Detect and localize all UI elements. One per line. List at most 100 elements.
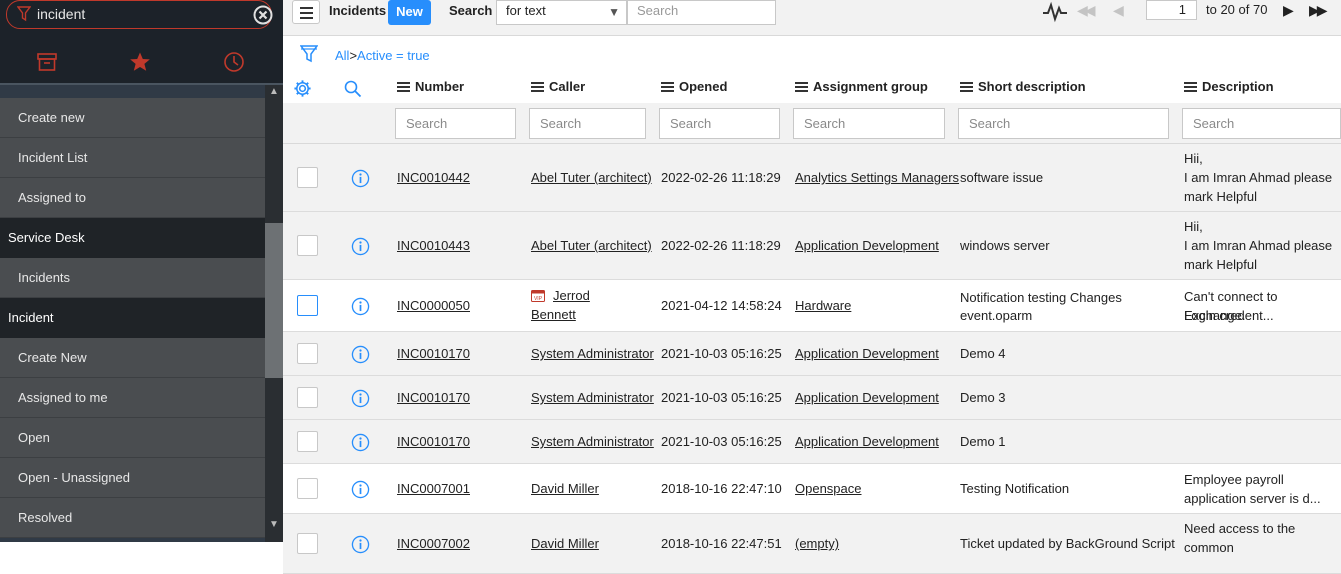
scrollbar-thumb[interactable] bbox=[265, 223, 283, 378]
archive-icon[interactable] bbox=[35, 50, 59, 74]
list-menu-button[interactable] bbox=[292, 0, 320, 24]
clock-icon[interactable] bbox=[222, 50, 246, 74]
caller-link[interactable]: Bennett bbox=[531, 305, 576, 324]
row-checkbox[interactable] bbox=[297, 343, 318, 364]
nav-section-service-desk[interactable]: Service Desk bbox=[0, 218, 265, 258]
assignment-group-search-input[interactable]: Search bbox=[793, 108, 945, 139]
scroll-down-icon[interactable]: ▼ bbox=[269, 519, 279, 530]
short-description-search-input[interactable]: Search bbox=[958, 108, 1169, 139]
incident-number-link[interactable]: INC0007001 bbox=[397, 479, 470, 498]
nav-scrollbar[interactable]: ▲ ▼ bbox=[265, 85, 283, 542]
caller-link[interactable]: David Miller bbox=[531, 479, 599, 498]
caller-link[interactable]: David Miller bbox=[531, 534, 599, 553]
list-title[interactable]: Incidents bbox=[329, 3, 386, 18]
info-icon[interactable] bbox=[351, 535, 370, 554]
incident-number-link[interactable]: INC0010442 bbox=[397, 168, 470, 187]
nav-item-incidents[interactable]: Incidents bbox=[0, 258, 265, 298]
info-icon[interactable] bbox=[351, 297, 370, 316]
caller-link[interactable]: System Administrator bbox=[531, 388, 654, 407]
description-search-input[interactable]: Search bbox=[1182, 108, 1341, 139]
nav-item-open[interactable]: Open bbox=[0, 418, 265, 458]
incident-number-link[interactable]: INC0007002 bbox=[397, 534, 470, 553]
table-row[interactable]: INC0010170 System Administrator 2021-10-03… bbox=[283, 420, 1341, 464]
search-input[interactable]: Search bbox=[627, 0, 776, 25]
star-icon[interactable] bbox=[128, 50, 152, 74]
first-page-icon[interactable]: ◀◀ bbox=[1077, 2, 1095, 19]
assignment-group-link[interactable]: Application Development bbox=[795, 236, 939, 255]
column-header-number[interactable]: Number bbox=[397, 79, 464, 94]
nav-item-assigned-to[interactable]: Assigned to bbox=[0, 178, 265, 218]
nav-item-assigned-to-me[interactable]: Assigned to me bbox=[0, 378, 265, 418]
page-number-input[interactable]: 1 bbox=[1146, 0, 1197, 20]
incident-number-link[interactable]: INC0010170 bbox=[397, 432, 470, 451]
incident-number-link[interactable]: INC0000050 bbox=[397, 296, 470, 315]
info-icon[interactable] bbox=[351, 345, 370, 364]
info-icon[interactable] bbox=[351, 433, 370, 452]
column-menu-icon[interactable] bbox=[1184, 81, 1197, 92]
table-row[interactable]: INC0010170 System Administrator 2021-10-03… bbox=[283, 376, 1341, 420]
info-icon[interactable] bbox=[351, 480, 370, 499]
table-row[interactable]: INC0000050 VIP Jerrod Bennett 2021-04-12 14:… bbox=[283, 280, 1341, 332]
assignment-group-link[interactable]: Application Development bbox=[795, 388, 939, 407]
column-menu-icon[interactable] bbox=[795, 81, 808, 92]
nav-item-incident-list[interactable]: Incident List bbox=[0, 138, 265, 178]
opened-search-input[interactable]: Search bbox=[659, 108, 780, 139]
next-page-icon[interactable]: ▶ bbox=[1283, 2, 1294, 19]
clear-icon[interactable] bbox=[253, 5, 273, 25]
scroll-up-icon[interactable]: ▲ bbox=[269, 86, 279, 97]
incident-number-link[interactable]: INC0010170 bbox=[397, 344, 470, 363]
nav-section-incident[interactable]: Incident bbox=[0, 298, 265, 338]
filter-icon[interactable] bbox=[300, 44, 318, 64]
last-page-icon[interactable]: ▶▶ bbox=[1309, 2, 1327, 19]
incident-number-link[interactable]: INC0010443 bbox=[397, 236, 470, 255]
table-row[interactable]: INC0010443 Abel Tuter (architect) 2022-02-… bbox=[283, 212, 1341, 280]
assignment-group-link[interactable]: Application Development bbox=[795, 344, 939, 363]
column-menu-icon[interactable] bbox=[661, 81, 674, 92]
breadcrumb-condition[interactable]: Active = true bbox=[357, 48, 430, 63]
assignment-group-link[interactable]: Application Development bbox=[795, 432, 939, 451]
column-header-short-description[interactable]: Short description bbox=[960, 79, 1086, 94]
assignment-group-link[interactable]: Analytics Settings Managers bbox=[795, 168, 959, 187]
row-checkbox[interactable] bbox=[297, 295, 318, 316]
assignment-group-link[interactable]: Hardware bbox=[795, 296, 851, 315]
table-row[interactable]: INC0010442 Abel Tuter (architect) 2022-02-… bbox=[283, 144, 1341, 212]
assignment-group-link[interactable]: (empty) bbox=[795, 534, 839, 553]
caller-link[interactable]: System Administrator bbox=[531, 432, 654, 451]
row-checkbox[interactable] bbox=[297, 533, 318, 554]
caller-link[interactable]: Jerrod bbox=[553, 286, 590, 305]
activity-stream-icon[interactable] bbox=[1042, 0, 1068, 23]
caller-link[interactable]: System Administrator bbox=[531, 344, 654, 363]
incident-number-link[interactable]: INC0010170 bbox=[397, 388, 470, 407]
column-header-opened[interactable]: Opened bbox=[661, 79, 727, 94]
row-checkbox[interactable] bbox=[297, 478, 318, 499]
nav-item-open-unassigned[interactable]: Open - Unassigned bbox=[0, 458, 265, 498]
column-header-assignment-group[interactable]: Assignment group bbox=[795, 79, 928, 94]
nav-item-create-new[interactable]: Create New bbox=[0, 338, 265, 378]
nav-filter-input[interactable]: incident bbox=[6, 0, 273, 29]
table-row[interactable]: INC0007002 David Miller 2018-10-16 22:47:5… bbox=[283, 514, 1341, 574]
row-checkbox[interactable] bbox=[297, 387, 318, 408]
column-header-caller[interactable]: Caller bbox=[531, 79, 585, 94]
row-checkbox[interactable] bbox=[297, 431, 318, 452]
number-search-input[interactable]: Search bbox=[395, 108, 516, 139]
new-button[interactable]: New bbox=[388, 0, 431, 25]
table-row[interactable]: INC0007001 David Miller 2018-10-16 22:47:1… bbox=[283, 464, 1341, 514]
row-checkbox[interactable] bbox=[297, 235, 318, 256]
nav-item-create-new[interactable]: Create new bbox=[0, 98, 265, 138]
row-checkbox[interactable] bbox=[297, 167, 318, 188]
column-header-description[interactable]: Description bbox=[1184, 79, 1274, 94]
breadcrumb-all[interactable]: All bbox=[335, 48, 349, 63]
column-menu-icon[interactable] bbox=[397, 81, 410, 92]
column-menu-icon[interactable] bbox=[960, 81, 973, 92]
gear-icon[interactable] bbox=[293, 79, 312, 98]
nav-item-resolved[interactable]: Resolved bbox=[0, 498, 265, 538]
assignment-group-link[interactable]: Openspace bbox=[795, 479, 862, 498]
table-row[interactable]: INC0010170 System Administrator 2021-10-03… bbox=[283, 332, 1341, 376]
caller-link[interactable]: Abel Tuter (architect) bbox=[531, 236, 652, 255]
search-icon[interactable] bbox=[344, 80, 362, 98]
caller-link[interactable]: Abel Tuter (architect) bbox=[531, 168, 652, 187]
column-menu-icon[interactable] bbox=[531, 81, 544, 92]
info-icon[interactable] bbox=[351, 169, 370, 188]
caller-search-input[interactable]: Search bbox=[529, 108, 646, 139]
info-icon[interactable] bbox=[351, 237, 370, 256]
